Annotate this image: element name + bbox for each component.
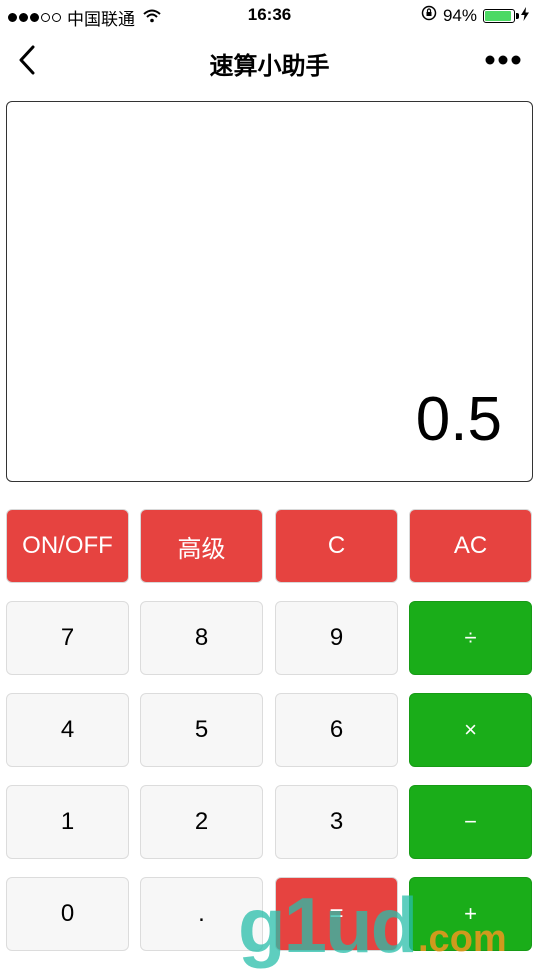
multiply-button[interactable]: × <box>409 693 532 767</box>
watermark-logo: g1ud <box>238 881 418 969</box>
clear-button[interactable]: C <box>275 509 398 583</box>
status-bar: 中国联通 16:36 94% <box>0 0 539 30</box>
on-off-button[interactable]: ON/OFF <box>6 509 129 583</box>
battery-percent: 94% <box>442 5 477 25</box>
key-9[interactable]: 9 <box>275 601 398 675</box>
divide-button[interactable]: ÷ <box>409 601 532 675</box>
advanced-button[interactable]: 高级 <box>140 509 263 583</box>
key-7[interactable]: 7 <box>6 601 129 675</box>
key-4[interactable]: 4 <box>6 693 129 767</box>
calculator-display: 0.5 <box>6 101 533 482</box>
key-5[interactable]: 5 <box>140 693 263 767</box>
more-dots-icon <box>485 55 521 65</box>
battery-icon <box>483 8 519 23</box>
key-8[interactable]: 8 <box>140 601 263 675</box>
page-title: 速算小助手 <box>209 53 330 80</box>
key-6[interactable]: 6 <box>275 693 398 767</box>
more-button[interactable] <box>483 48 523 72</box>
key-2[interactable]: 2 <box>140 785 263 859</box>
key-3[interactable]: 3 <box>275 785 398 859</box>
rotation-lock-icon <box>421 5 437 26</box>
key-0[interactable]: 0 <box>6 877 129 951</box>
charging-icon <box>521 6 529 26</box>
display-value: 0.5 <box>415 385 502 454</box>
all-clear-button[interactable]: AC <box>409 509 532 583</box>
minus-button[interactable]: − <box>409 785 532 859</box>
status-right: 94% <box>421 5 529 26</box>
watermark-domain: .com <box>418 918 507 960</box>
key-1[interactable]: 1 <box>6 785 129 859</box>
navigation-bar: 速算小助手 <box>0 30 539 92</box>
